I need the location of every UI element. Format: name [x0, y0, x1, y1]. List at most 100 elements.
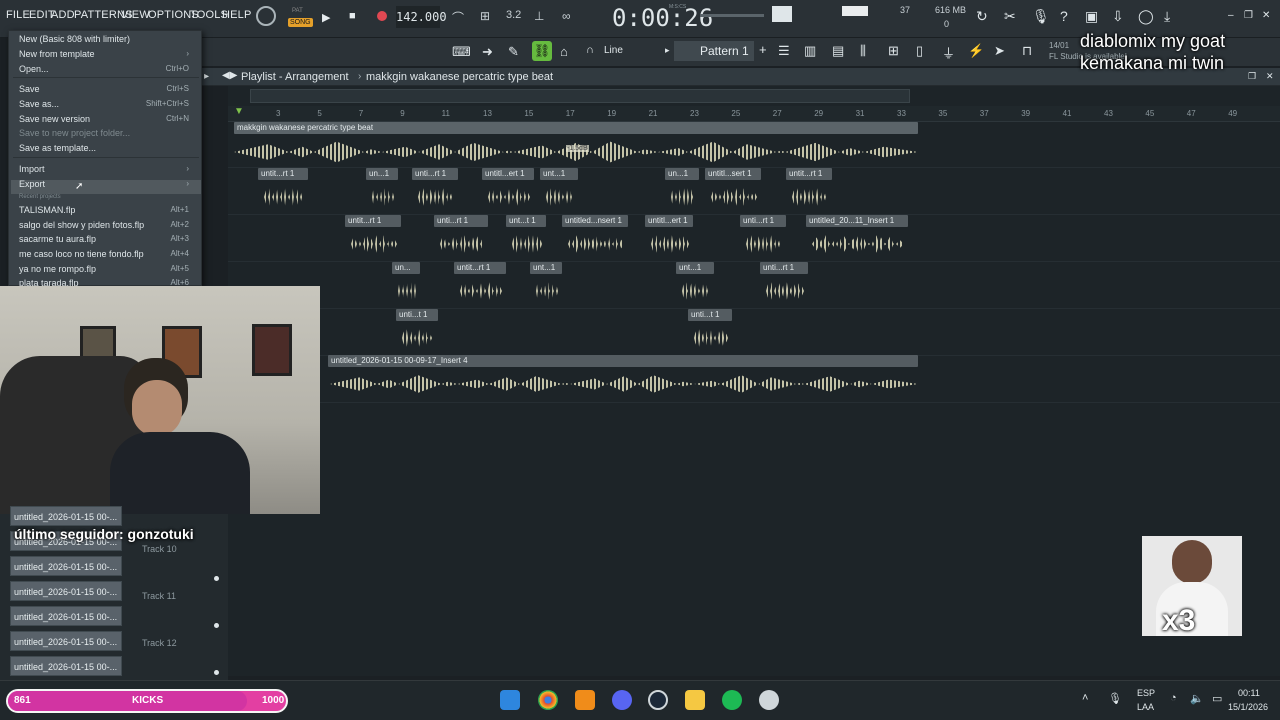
record-mode-knob[interactable]: [256, 6, 276, 26]
menu-add[interactable]: ADD: [51, 9, 75, 21]
tray-date[interactable]: 15/1/2026: [1228, 702, 1268, 712]
audio-clip[interactable]: unt...1: [540, 168, 578, 180]
windows-start-icon[interactable]: [500, 690, 520, 710]
track-label[interactable]: Track 11: [142, 591, 176, 601]
download-icon[interactable]: ⤓: [1164, 8, 1170, 25]
playlist-maximize-icon[interactable]: ❐: [1248, 71, 1256, 82]
song-time-display[interactable]: 0:00:26: [612, 4, 713, 32]
audio-clip[interactable]: untitl...ert 1: [482, 168, 534, 180]
audio-clip[interactable]: makkgin wakanese percatric type beat: [234, 122, 918, 134]
play-icon[interactable]: ▶: [322, 11, 330, 24]
playlist-breadcrumb[interactable]: makkgin wakanese percatric type beat: [366, 71, 553, 83]
audio-clip[interactable]: untitled...nsert 1: [562, 215, 628, 227]
fl-studio-icon[interactable]: [575, 690, 595, 710]
recent-project-5[interactable]: ya no me rompo.flp: [19, 264, 96, 274]
channel-rack-icon[interactable]: ▥: [804, 43, 816, 59]
playlist-arrow-icon[interactable]: ◀▶: [222, 70, 237, 81]
add-pattern-icon[interactable]: +: [759, 42, 767, 57]
tray-language[interactable]: ESP: [1137, 688, 1155, 698]
pat-label[interactable]: PAT: [292, 8, 303, 14]
track-label[interactable]: Track 10: [142, 544, 177, 554]
minimize-icon[interactable]: –: [1228, 10, 1234, 21]
playlist-menu-arrow-icon[interactable]: ▸: [204, 71, 209, 82]
audio-clip[interactable]: unti...rt 1: [412, 168, 458, 180]
audio-clip[interactable]: untit...rt 1: [345, 215, 401, 227]
song-mode-toggle[interactable]: SONG: [288, 18, 313, 27]
track-strip[interactable]: untitled_2026-01-15 00-...: [10, 656, 122, 676]
discord-icon[interactable]: [612, 690, 632, 710]
menu-save-as[interactable]: Save as...: [19, 99, 59, 109]
audio-clip[interactable]: unti...t 1: [688, 309, 732, 321]
snap-select[interactable]: Line: [604, 45, 623, 56]
audio-clip[interactable]: untit...rt 1: [454, 262, 506, 274]
track-strip[interactable]: untitled_2026-01-15 00-...: [10, 581, 122, 601]
track-label[interactable]: Track 12: [142, 638, 177, 648]
stamp-icon[interactable]: ⌂: [560, 44, 568, 59]
track-mute-dot[interactable]: [214, 670, 219, 675]
track-strip[interactable]: untitled_2026-01-15 00-...: [10, 631, 122, 651]
piano-roll-icon[interactable]: ⌨: [452, 44, 471, 60]
cart-icon[interactable]: ⊓: [1022, 43, 1032, 59]
menu-view[interactable]: VIEW: [121, 9, 150, 21]
pattern-select[interactable]: Pattern 1: [674, 41, 754, 61]
obs-icon[interactable]: [759, 690, 779, 710]
chrome-icon[interactable]: [538, 690, 558, 710]
track-strip[interactable]: untitled_2026-01-15 00-...: [10, 606, 122, 626]
tray-mic-icon[interactable]: 🎙: [1108, 692, 1122, 705]
loop-record-icon[interactable]: ∞: [562, 9, 571, 23]
track-strip[interactable]: untitled_2026-01-15 00-...: [10, 506, 122, 526]
tempo-display[interactable]: 142.000: [396, 6, 447, 28]
tray-chevron-icon[interactable]: ˄: [1082, 692, 1088, 704]
faders-icon[interactable]: ⫼: [860, 43, 866, 59]
metronome-icon[interactable]: ⌒: [452, 9, 464, 26]
audio-clip[interactable]: unti...rt 1: [434, 215, 488, 227]
audio-clip[interactable]: unti...t 1: [396, 309, 438, 321]
chat-icon[interactable]: ◯: [1138, 8, 1154, 25]
track-mute-dot[interactable]: [214, 576, 219, 581]
playlist-icon[interactable]: ☰: [778, 43, 790, 59]
cut-icon[interactable]: ✂: [1004, 8, 1016, 25]
steam-icon[interactable]: [648, 690, 668, 710]
playlist-close-icon[interactable]: ✕: [1266, 71, 1274, 82]
browser-icon[interactable]: ⊞: [888, 43, 899, 59]
audio-clip[interactable]: untit...rt 1: [258, 168, 308, 180]
link-icon[interactable]: ⛓: [532, 41, 552, 61]
menu-file[interactable]: FILE: [6, 9, 30, 21]
menu-save-to-new-folder[interactable]: Save to new project folder...: [19, 128, 130, 138]
stop-icon[interactable]: ■: [349, 10, 356, 22]
countdown-icon[interactable]: 3.2: [506, 9, 521, 21]
recent-project-1[interactable]: TALISMAN.flp: [19, 205, 75, 215]
menu-help[interactable]: HELP: [222, 9, 252, 21]
recent-project-2[interactable]: salgo del show y piden fotos.flp: [19, 220, 144, 230]
timeline-ruler[interactable]: 3 5 7 9 11 13 15 17 19 21 23 25 27 29 31 33 35 37 39 41 43 45…: [228, 106, 1280, 122]
wand-icon[interactable]: ⚡: [968, 43, 984, 59]
mic-icon[interactable]: 🎙: [1032, 8, 1050, 25]
audio-clip[interactable]: untitl...ert 1: [645, 215, 693, 227]
help-icon[interactable]: ?: [1060, 8, 1068, 24]
recent-project-4[interactable]: me caso loco no tiene fondo.flp: [19, 249, 144, 259]
menu-save-new-version[interactable]: Save new version: [19, 114, 90, 124]
menu-save-as-template[interactable]: Save as template...: [19, 143, 96, 153]
wait-input-icon[interactable]: ⊞: [480, 9, 490, 23]
menu-import[interactable]: Import: [19, 164, 45, 174]
pencil-icon[interactable]: ✎: [508, 44, 519, 60]
export-icon[interactable]: ⇩: [1112, 8, 1124, 25]
save-icon[interactable]: ▣: [1085, 8, 1098, 25]
menu-new-basic[interactable]: New (Basic 808 with limiter): [19, 34, 130, 44]
magnet-icon[interactable]: ∩: [586, 44, 594, 56]
audio-clip[interactable]: untitled_20...11_Insert 1: [806, 215, 908, 227]
audio-clip[interactable]: un...1: [366, 168, 398, 180]
menu-save[interactable]: Save: [19, 84, 40, 94]
playhead-marker-icon[interactable]: ▼: [234, 106, 244, 117]
shark-icon[interactable]: ➤: [994, 43, 1005, 59]
recent-project-3[interactable]: sacarme tu aura.flp: [19, 234, 96, 244]
overview-scrollbar[interactable]: [250, 89, 910, 103]
audio-clip[interactable]: unti...rt 1: [740, 215, 786, 227]
plug-icon[interactable]: ⏚: [942, 43, 955, 62]
audio-clip[interactable]: untit...rt 1: [786, 168, 832, 180]
volume-icon[interactable]: 🔈: [1190, 692, 1204, 705]
maximize-icon[interactable]: ❐: [1244, 10, 1253, 21]
tray-clock[interactable]: 00:11: [1238, 688, 1260, 698]
track-strip[interactable]: untitled_2026-01-15 00-...: [10, 556, 122, 576]
audio-clip[interactable]: unt...t 1: [506, 215, 546, 227]
